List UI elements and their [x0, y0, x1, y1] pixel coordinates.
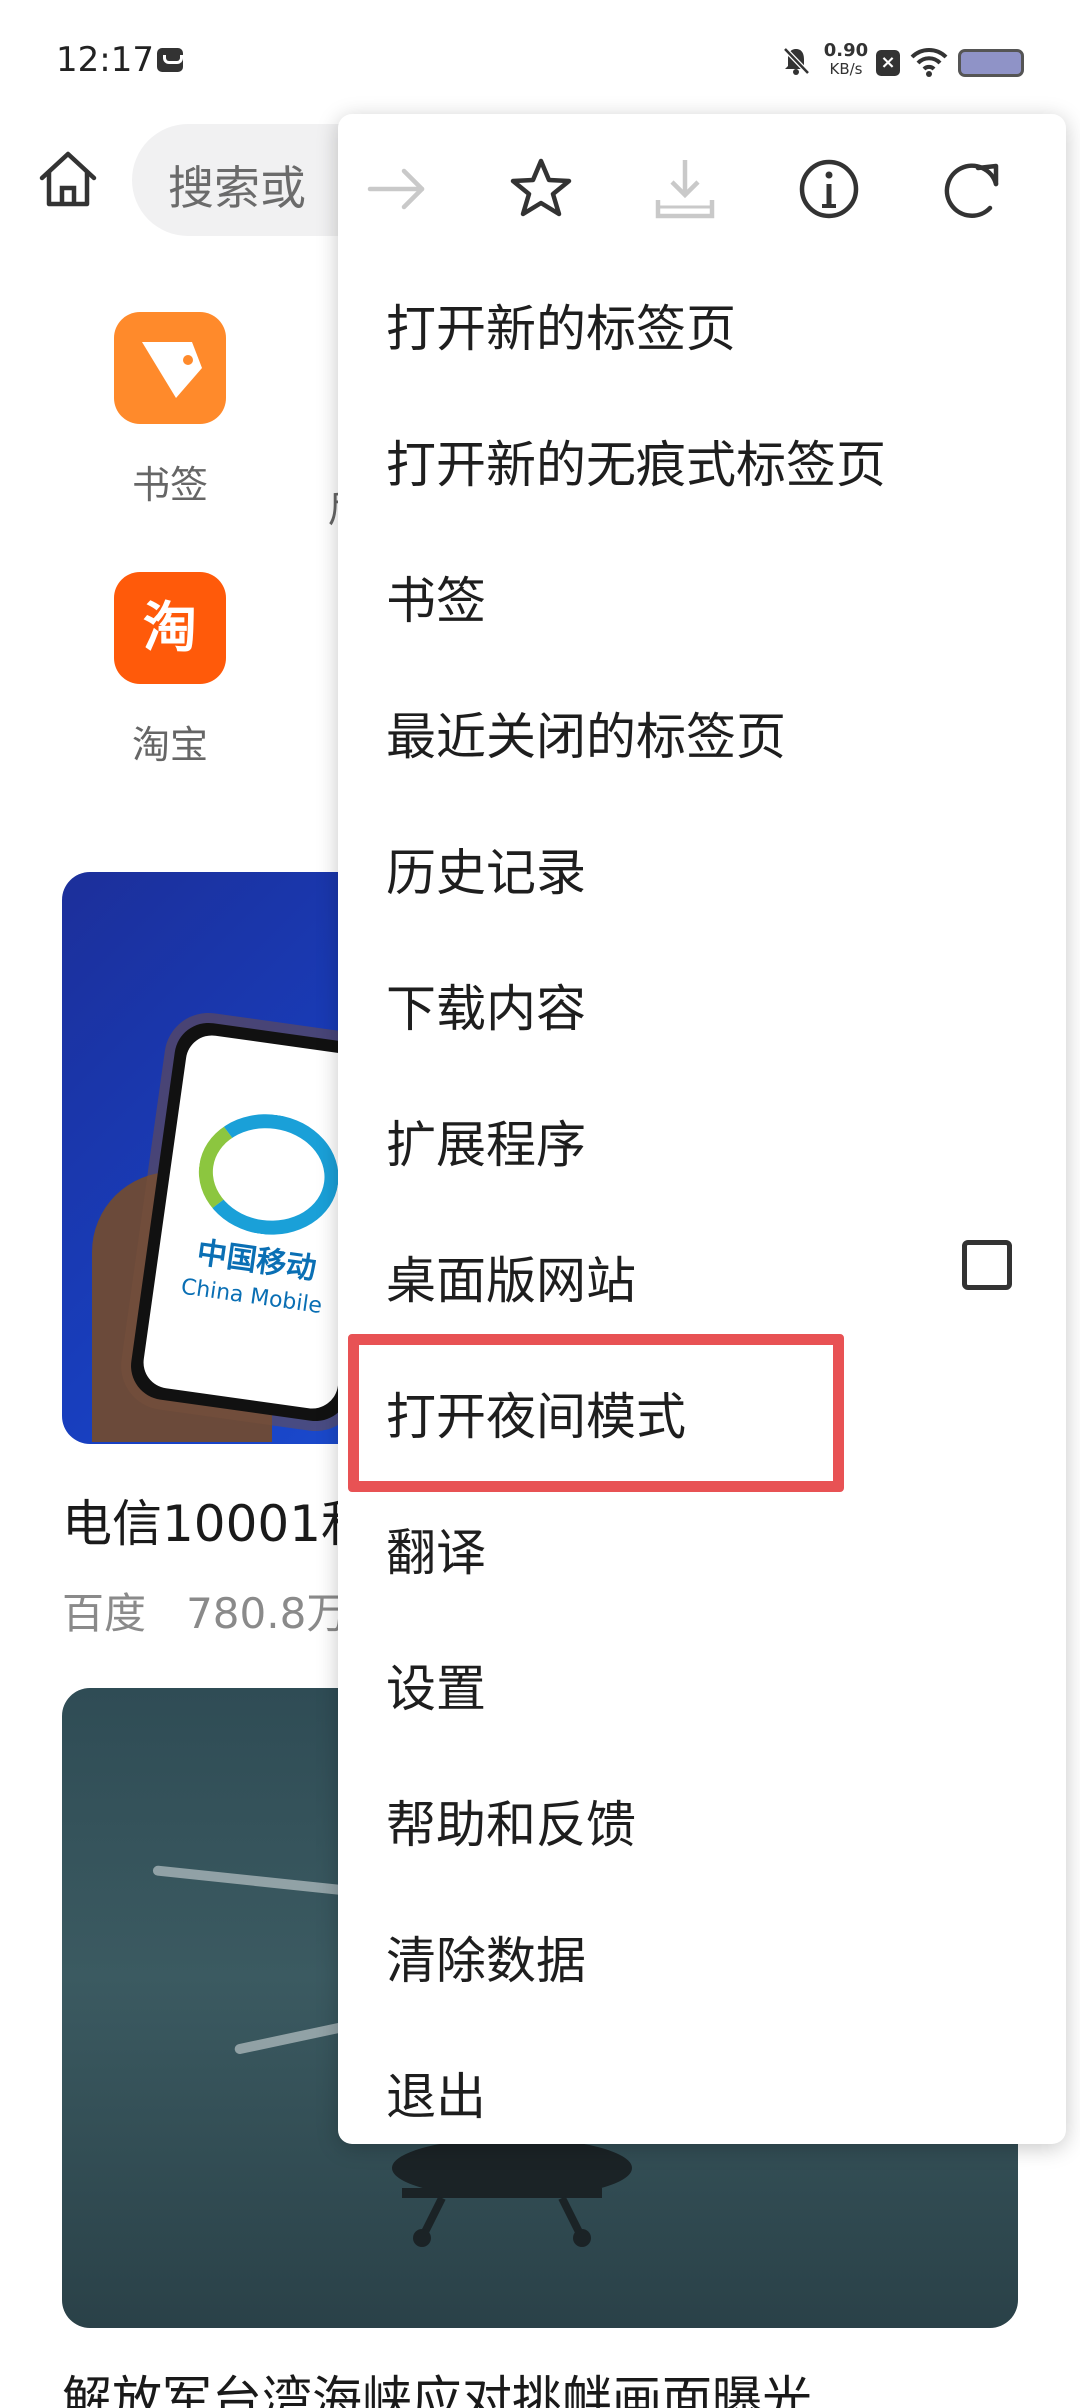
taobao-tile-icon: 淘	[114, 572, 226, 684]
info-icon[interactable]	[794, 154, 864, 224]
china-mobile-logo-text: 中国移动 China Mobile	[162, 1232, 346, 1328]
status-time: 12:17	[56, 40, 154, 80]
menu-item-bookmarks[interactable]: 书签	[386, 561, 486, 633]
star-icon[interactable]	[506, 154, 576, 224]
desktop-site-checkbox[interactable]	[962, 1240, 1012, 1290]
shortcut-bookmarks[interactable]: 书签	[110, 312, 230, 509]
refresh-icon[interactable]	[938, 154, 1008, 224]
shortcut-label: 书签	[131, 463, 208, 507]
network-speed-value: 0.90	[823, 40, 869, 61]
shortcut-taobao[interactable]: 淘 淘宝	[110, 572, 230, 769]
download-icon[interactable]	[650, 154, 720, 224]
network-speed: 0.90 KB/s	[822, 40, 870, 79]
menu-icon-row	[338, 114, 1066, 264]
menu-item-history[interactable]: 历史记录	[386, 833, 586, 905]
menu-item-downloads[interactable]: 下载内容	[386, 969, 586, 1041]
menu-item-help-feedback[interactable]: 帮助和反馈	[386, 1785, 636, 1857]
bell-off-icon	[783, 47, 810, 75]
home-icon[interactable]	[36, 148, 100, 210]
browser-overflow-menu: 打开新的标签页 打开新的无痕式标签页 书签 最近关闭的标签页 历史记录 下载内容…	[338, 114, 1066, 2144]
shortcut-label: 淘宝	[131, 723, 208, 767]
menu-item-new-incognito-tab[interactable]: 打开新的无痕式标签页	[386, 425, 886, 497]
sim-x-icon: ×	[876, 50, 900, 76]
china-mobile-logo-icon	[191, 1105, 347, 1244]
bookmarks-tile-icon	[114, 312, 226, 424]
news-count: 780.8万	[186, 1589, 349, 1638]
news-source: 百度	[62, 1589, 147, 1638]
news-card-title[interactable]: 电信10001和	[62, 1484, 371, 1556]
message-icon	[157, 48, 183, 72]
menu-item-recent-tabs[interactable]: 最近关闭的标签页	[386, 697, 786, 769]
menu-item-settings[interactable]: 设置	[386, 1649, 486, 1721]
menu-item-translate[interactable]: 翻译	[386, 1513, 486, 1585]
menu-item-clear-data[interactable]: 清除数据	[386, 1921, 586, 1993]
menu-item-extensions[interactable]: 扩展程序	[386, 1105, 586, 1177]
status-bar: 12:17 0.90 KB/s ×	[0, 0, 1080, 120]
menu-item-new-tab[interactable]: 打开新的标签页	[386, 289, 736, 361]
menu-item-desktop-site[interactable]: 桌面版网站	[386, 1241, 636, 1313]
search-placeholder: 搜索或	[168, 161, 306, 215]
wifi-icon	[910, 47, 948, 77]
network-speed-unit: KB/s	[829, 60, 863, 78]
forward-icon[interactable]	[362, 154, 432, 224]
night-mode-highlight-box	[348, 1334, 844, 1492]
battery-icon	[958, 49, 1024, 77]
bookmark-tag-icon	[142, 342, 202, 398]
menu-item-exit[interactable]: 退出	[386, 2057, 486, 2129]
news-card-title[interactable]: 解放军台湾海峡应对挑衅画面曝光	[62, 2360, 812, 2408]
news-card-meta: 百度 780.8万	[62, 1580, 348, 1641]
